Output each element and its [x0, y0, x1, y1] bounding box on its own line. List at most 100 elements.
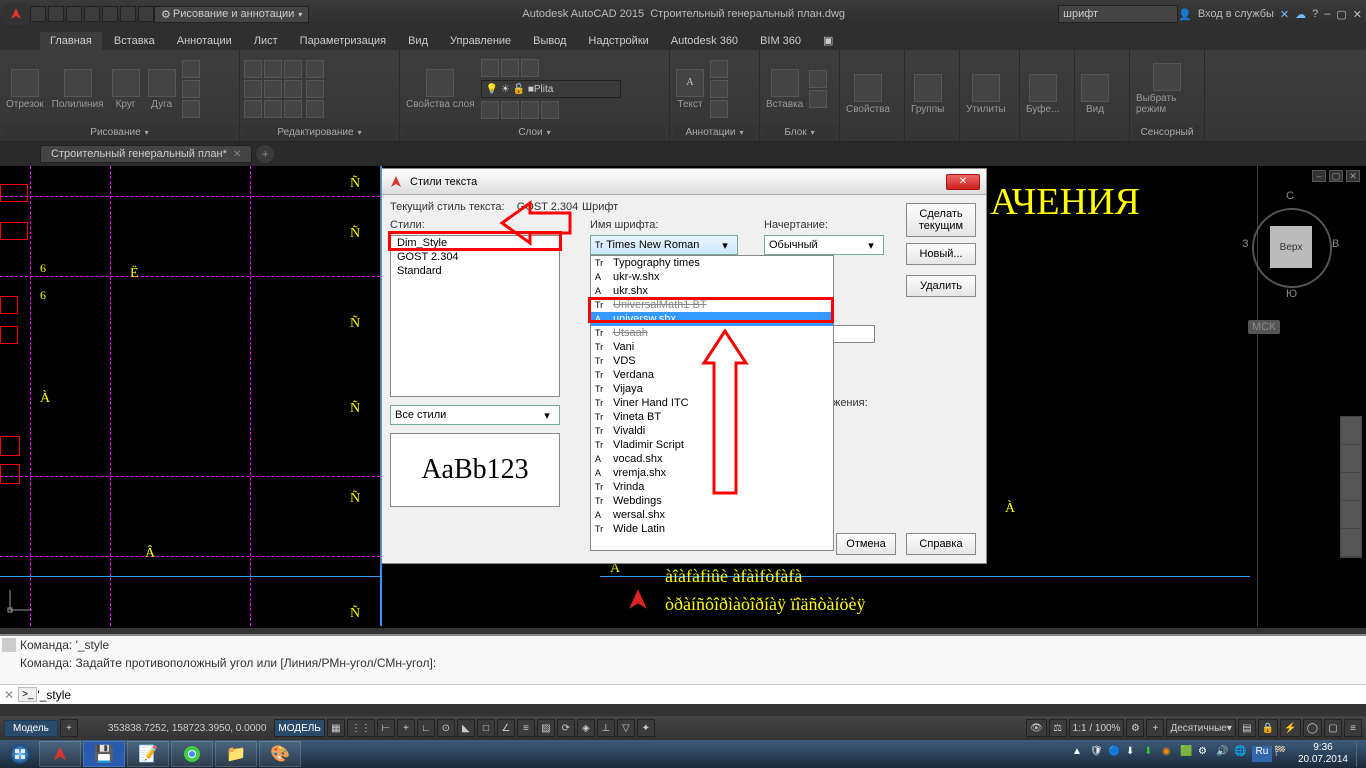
units-button[interactable]: Десятичные ▾ [1166, 719, 1235, 737]
erase-icon[interactable] [306, 60, 324, 78]
wcs-label[interactable]: МСК [1248, 320, 1280, 334]
tab-layout[interactable]: Лист [244, 32, 288, 50]
hardware-accel-icon[interactable]: ⚡ [1280, 719, 1300, 737]
set-current-button[interactable]: Сделать текущим [906, 203, 976, 237]
font-option[interactable]: TrViner Hand ITC [591, 396, 833, 410]
layer-iso-icon[interactable] [521, 101, 539, 119]
tab-home[interactable]: Главная [40, 32, 102, 50]
dialog-titlebar[interactable]: Стили текста ✕ [382, 169, 986, 195]
style-item[interactable]: GOST 2.304 [391, 250, 559, 264]
block-create-icon[interactable] [809, 70, 827, 88]
workspace-selector[interactable]: ⚙ Рисование и аннотации [154, 6, 309, 23]
tab-bim360[interactable]: BIM 360 [750, 32, 811, 50]
tab-output[interactable]: Вывод [523, 32, 576, 50]
nav-wheel-icon[interactable] [1341, 417, 1361, 445]
font-option[interactable]: TrWide Latin [591, 522, 833, 536]
help-search-input[interactable] [1058, 5, 1178, 23]
tray-icon[interactable]: ▲ [1072, 746, 1088, 762]
annotation-monitor-icon[interactable]: + [1146, 719, 1164, 737]
layer-freeze-icon[interactable] [501, 59, 519, 77]
tray-icon[interactable]: ⚙ [1198, 746, 1214, 762]
workspace-switch-icon[interactable]: ⚙ [1126, 719, 1144, 737]
font-option[interactable]: Avocad.shx [591, 452, 833, 466]
new-style-button[interactable]: Новый... [906, 243, 976, 265]
text-button[interactable]: AТекст [674, 67, 706, 112]
layer-match-icon[interactable] [481, 101, 499, 119]
touch-mode-button[interactable]: Выбрать режим [1134, 61, 1200, 117]
isoplane-icon[interactable]: ◣ [457, 719, 475, 737]
font-option[interactable]: TrVDS [591, 354, 833, 368]
font-name-combo[interactable]: Tr Times New Roman▾ [590, 235, 738, 255]
tab-manage[interactable]: Управление [440, 32, 521, 50]
qat-new-icon[interactable] [30, 6, 46, 22]
panel-title-modify[interactable]: Редактирование [244, 126, 395, 139]
qat-redo-icon[interactable] [138, 6, 154, 22]
signin-button[interactable]: Вход в службы [1198, 8, 1274, 20]
tray-lang[interactable]: Ru [1252, 746, 1272, 762]
minimize-icon[interactable]: – [1324, 8, 1330, 20]
gizmo-icon[interactable]: ✦ [637, 719, 655, 737]
3dosnap-icon[interactable]: ◈ [577, 719, 595, 737]
groups-button[interactable]: Группы [909, 72, 946, 117]
leader-icon[interactable] [710, 80, 728, 98]
vp-close-icon[interactable]: ✕ [1346, 170, 1360, 182]
font-option[interactable]: Aukr-w.shx [591, 270, 833, 284]
model-space-button[interactable]: МОДЕЛЬ [274, 719, 324, 737]
clean-screen-icon[interactable]: ▢ [1324, 719, 1342, 737]
qat-save-icon[interactable] [66, 6, 82, 22]
utilities-button[interactable]: Утилиты [964, 72, 1008, 117]
styles-listbox[interactable]: Dim_Style GOST 2.304 Standard [390, 235, 560, 397]
layer-off-icon[interactable] [481, 59, 499, 77]
layer-properties-button[interactable]: Свойства слоя [404, 67, 477, 112]
dimension-icon[interactable] [710, 60, 728, 78]
font-option[interactable]: TrVrinda [591, 480, 833, 494]
font-weight-combo[interactable]: Обычный▾ [764, 235, 884, 255]
copy-icon[interactable] [244, 80, 262, 98]
style-item[interactable]: Dim_Style [391, 236, 559, 250]
nav-orbit-icon[interactable] [1341, 501, 1361, 529]
file-tab[interactable]: Строительный генеральный план*✕ [40, 145, 252, 163]
grid-icon[interactable]: ▦ [327, 719, 345, 737]
autoscale-icon[interactable]: ⚖ [1049, 719, 1067, 737]
mirror-icon[interactable] [264, 80, 282, 98]
taskbar-app-chrome[interactable] [171, 741, 213, 767]
panel-title-block[interactable]: Блок [764, 126, 835, 139]
rectangle-icon[interactable] [182, 60, 200, 78]
move-icon[interactable] [244, 60, 262, 78]
layout-add-icon[interactable]: + [60, 719, 78, 737]
ellipse-icon[interactable] [182, 80, 200, 98]
new-tab-button[interactable]: + [256, 145, 274, 163]
style-filter-combo[interactable]: Все стили▾ [390, 405, 560, 425]
qat-undo-icon[interactable] [120, 6, 136, 22]
snap-icon[interactable]: ⋮⋮ [347, 719, 375, 737]
trim-icon[interactable] [284, 60, 302, 78]
show-desktop-button[interactable] [1356, 741, 1364, 767]
tray-icon[interactable]: 🛡 [1090, 746, 1106, 762]
panel-title-annotation[interactable]: Аннотации [674, 126, 755, 139]
insert-block-button[interactable]: Вставка [764, 67, 805, 112]
taskbar-app-notepad[interactable]: 📝 [127, 741, 169, 767]
block-edit-icon[interactable] [809, 90, 827, 108]
font-option[interactable]: TrVivaldi [591, 424, 833, 438]
infocenter-icon[interactable]: 👤 [1178, 8, 1192, 21]
tray-icon[interactable]: 🟩 [1180, 746, 1196, 762]
style-item[interactable]: Standard [391, 264, 559, 278]
tray-icon[interactable]: 🔵 [1108, 746, 1124, 762]
taskbar-clock[interactable]: 9:3620.07.2014 [1292, 742, 1354, 766]
rotate-icon[interactable] [264, 60, 282, 78]
line-button[interactable]: Отрезок [4, 67, 46, 112]
annotation-scale-button[interactable]: 1:1 / 100% [1069, 719, 1125, 737]
fillet-icon[interactable] [284, 80, 302, 98]
lineweight-icon[interactable]: ≡ [517, 719, 535, 737]
transparency-icon[interactable]: ▨ [537, 719, 555, 737]
tab-view[interactable]: Вид [398, 32, 438, 50]
hatch-icon[interactable] [182, 100, 200, 118]
close-icon[interactable]: ✕ [1353, 8, 1362, 21]
panel-title-layers[interactable]: Слои [404, 126, 665, 139]
infer-icon[interactable]: ⊢ [377, 719, 395, 737]
font-option[interactable]: Awersal.shx [591, 508, 833, 522]
taskbar-app-paint[interactable]: 🎨 [259, 741, 301, 767]
ortho-icon[interactable]: ∟ [417, 719, 435, 737]
tab-a360[interactable]: Autodesk 360 [661, 32, 748, 50]
font-option[interactable]: TrVerdana [591, 368, 833, 382]
